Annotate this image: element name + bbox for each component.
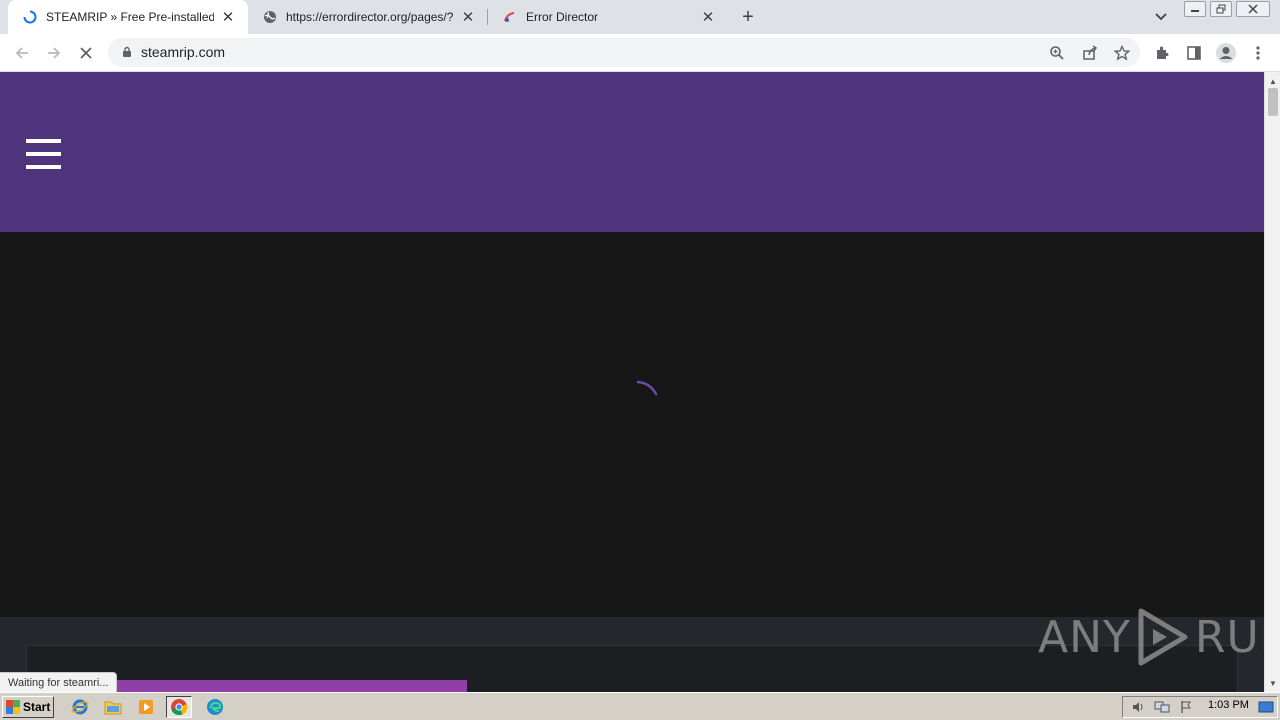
folder-icon[interactable] (100, 696, 126, 718)
profile-avatar-icon[interactable] (1212, 39, 1240, 67)
tab-errordirector-url[interactable]: https://errordirector.org/pages/?a= ✕ (248, 0, 488, 34)
media-player-icon[interactable] (133, 696, 159, 718)
extensions-puzzle-icon[interactable] (1148, 39, 1176, 67)
action-center-flag-icon[interactable] (1177, 699, 1195, 715)
watermark-right-text: RUN (1194, 611, 1264, 663)
page-viewport: Waiting for steamri... ANY RUN (0, 72, 1264, 692)
loading-spinner-icon (628, 377, 668, 417)
tab-title: STEAMRIP » Free Pre-installed Steam (46, 10, 214, 24)
watermark-left-text: ANY (1038, 611, 1131, 663)
start-label: Start (23, 700, 51, 714)
anyrun-watermark: ANY RUN (1038, 607, 1264, 667)
windows-flag-icon (6, 700, 20, 714)
tab-error-director[interactable]: Error Director ✕ (488, 0, 728, 34)
show-desktop-icon[interactable] (1256, 696, 1276, 718)
tab-strip: STEAMRIP » Free Pre-installed Steam ✕ ht… (0, 0, 1280, 34)
close-tab-icon[interactable]: ✕ (220, 9, 236, 26)
page-scrollbar[interactable]: ▲ ▼ (1264, 72, 1280, 692)
globe-icon (262, 9, 278, 25)
scroll-up-arrow-icon[interactable]: ▲ (1265, 74, 1280, 88)
close-tab-icon[interactable]: ✕ (700, 9, 716, 26)
share-icon[interactable] (1079, 42, 1101, 64)
error-director-favicon (502, 9, 518, 25)
tab-title: Error Director (526, 10, 599, 24)
status-bubble: Waiting for steamri... (0, 672, 118, 692)
lock-icon[interactable] (120, 45, 134, 59)
side-panel-icon[interactable] (1180, 39, 1208, 67)
internet-explorer-icon[interactable] (67, 696, 93, 718)
zoom-icon[interactable] (1046, 42, 1068, 64)
hamburger-menu-icon[interactable] (26, 139, 62, 171)
chrome-icon[interactable] (166, 696, 192, 718)
kebab-menu-icon[interactable] (1244, 39, 1272, 67)
forward-button[interactable] (40, 39, 68, 67)
address-bar[interactable]: steamrip.com (108, 38, 1140, 67)
minimize-button[interactable] (1184, 1, 1206, 17)
scroll-down-arrow-icon[interactable]: ▼ (1265, 676, 1280, 690)
site-header (0, 72, 1264, 232)
close-window-button[interactable] (1236, 1, 1270, 17)
start-button[interactable]: Start (2, 696, 54, 718)
play-logo-icon (1138, 608, 1188, 666)
accent-bar (110, 680, 467, 692)
browser-toolbar: steamrip.com (0, 34, 1280, 72)
chevron-down-icon[interactable] (1150, 7, 1172, 27)
back-button[interactable] (8, 39, 36, 67)
tab-steamrip[interactable]: STEAMRIP » Free Pre-installed Steam ✕ (8, 0, 248, 34)
scroll-thumb[interactable] (1268, 88, 1278, 116)
edge-icon[interactable] (202, 696, 228, 718)
stop-loading-button[interactable] (72, 39, 100, 67)
close-tab-icon[interactable]: ✕ (460, 9, 476, 26)
network-icon[interactable] (1153, 699, 1171, 715)
tab-title: https://errordirector.org/pages/?a= (286, 10, 454, 24)
volume-icon[interactable] (1129, 699, 1147, 715)
new-tab-button[interactable]: + (736, 5, 760, 29)
url-text[interactable]: steamrip.com (141, 44, 225, 60)
loading-spinner-icon (22, 9, 38, 25)
restore-button[interactable] (1210, 1, 1232, 17)
clock: 1:03 PM (1208, 699, 1249, 711)
taskbar: Start 1:03 PM (0, 692, 1280, 720)
system-tray (1122, 696, 1278, 718)
bookmark-star-icon[interactable] (1111, 42, 1133, 64)
